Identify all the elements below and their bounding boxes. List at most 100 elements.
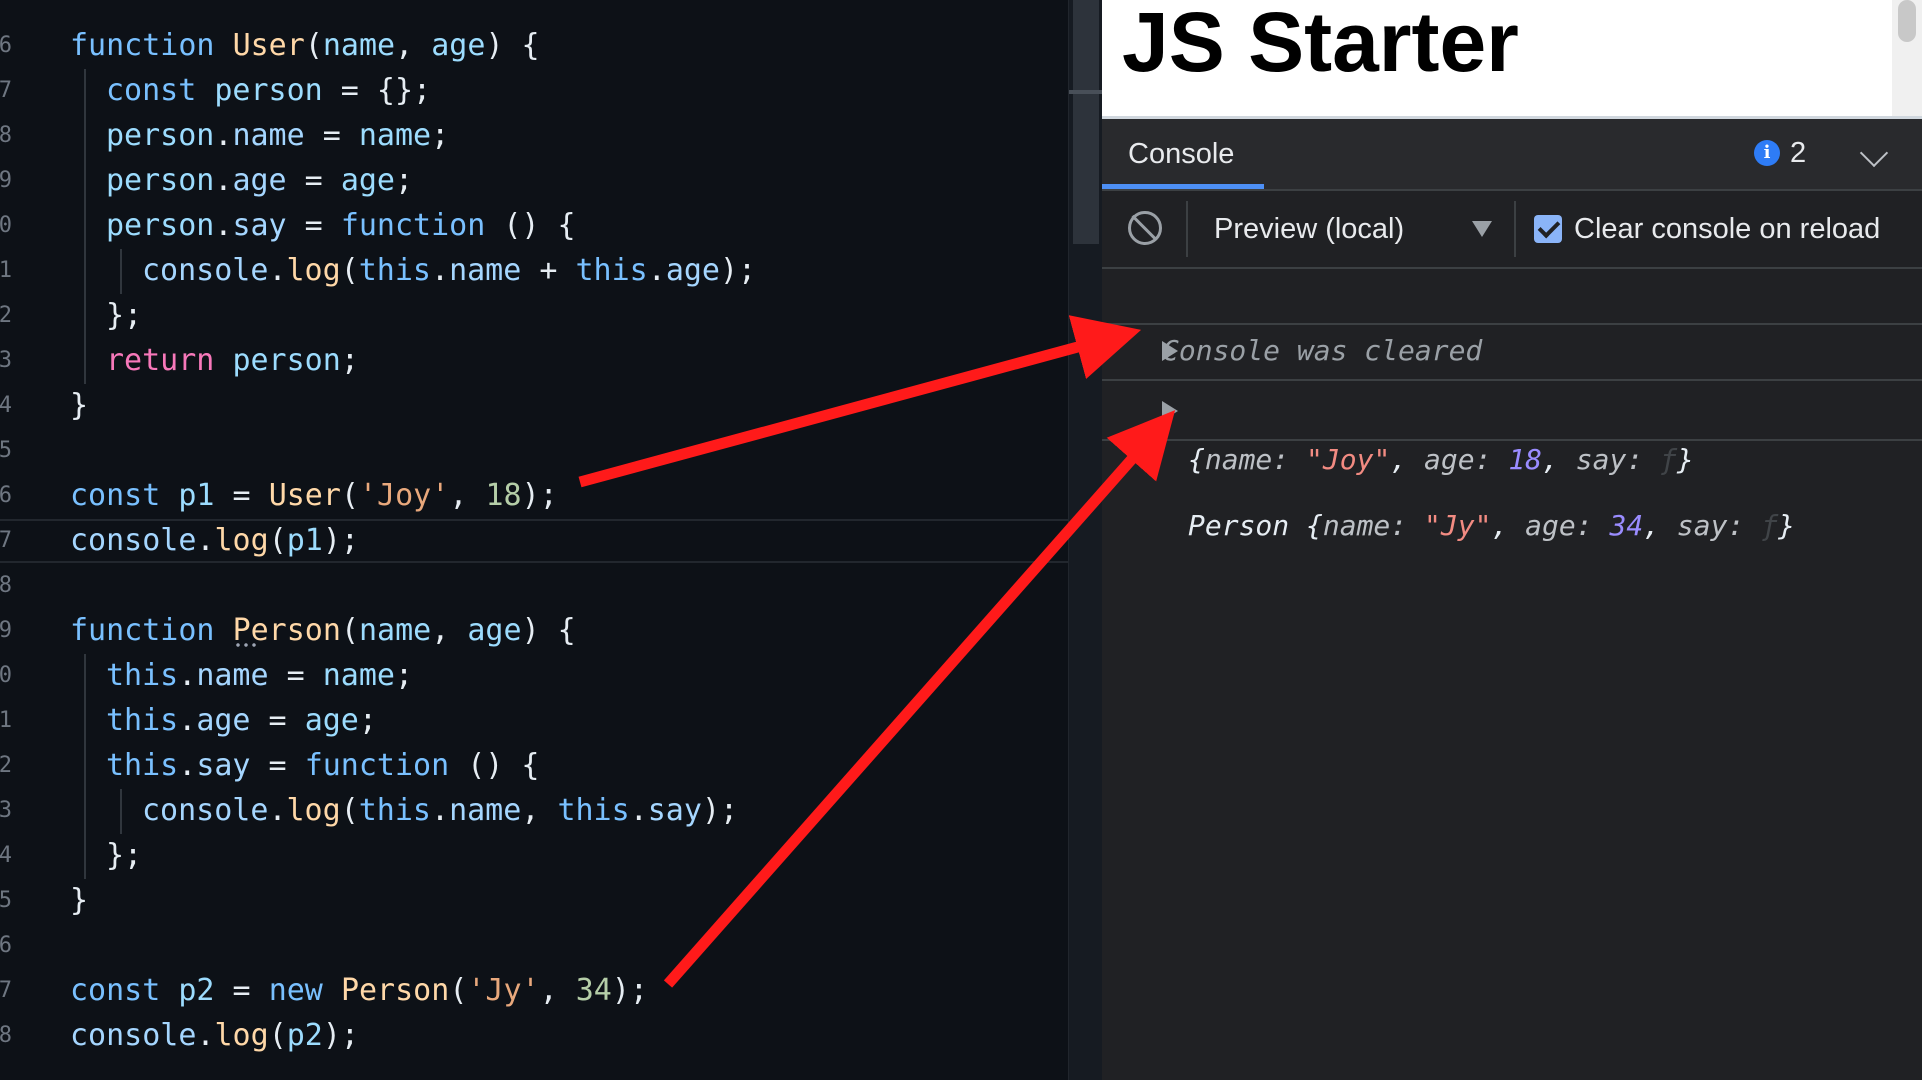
code-token: ( <box>340 793 359 828</box>
page-title: JS Starter <box>1122 0 1519 89</box>
code-token: p2 <box>286 1018 323 1053</box>
code-text: }; <box>106 294 142 338</box>
console-log-entry[interactable]: Person {name: "Jy", age: 34, say: ƒ} <box>1102 381 1922 542</box>
context-select[interactable]: Preview (local) <box>1214 209 1404 249</box>
code-token: console <box>70 523 197 558</box>
console-token: say: <box>1575 443 1661 476</box>
code-token: () { <box>503 208 576 243</box>
clear-on-reload-label[interactable]: Clear console on reload <box>1574 209 1880 249</box>
code-token: ( <box>268 1018 287 1053</box>
code-line[interactable]: 9 person.age = age; <box>0 159 1068 203</box>
console-token: , <box>1491 509 1526 542</box>
code-line[interactable]: 4}; <box>0 834 1068 878</box>
code-line[interactable]: 0 this.name = name; <box>0 654 1068 698</box>
scrollbar-marker <box>1069 90 1103 94</box>
chevron-down-icon[interactable] <box>1859 138 1889 168</box>
code-line[interactable]: 6 function User(name, age) { <box>0 24 1068 68</box>
code-line[interactable]: 1 this.age = age; <box>0 699 1068 743</box>
line-number: 0 <box>0 663 12 688</box>
preview-page: JS Starter <box>1102 0 1922 119</box>
line-number: 5 <box>0 888 12 913</box>
code-token: ; <box>395 658 414 693</box>
code-line[interactable]: 4} <box>0 384 1068 428</box>
editor-scrollbar[interactable] <box>1068 0 1103 1080</box>
indent-guide <box>84 249 86 294</box>
code-token: ); <box>521 478 558 513</box>
code-token: const <box>106 73 215 108</box>
code-token: . <box>178 703 197 738</box>
code-token: say <box>196 748 251 783</box>
code-token: . <box>629 793 648 828</box>
line-number: 9 <box>0 618 12 643</box>
console-token: say: <box>1676 509 1762 542</box>
code-text: console.log(this.name, this.say); <box>142 789 738 833</box>
code-text: this.say = function () { <box>106 744 540 788</box>
code-text: } <box>70 384 88 428</box>
clear-console-icon[interactable] <box>1128 211 1162 245</box>
indent-guide <box>84 789 86 834</box>
line-number: 1 <box>0 258 12 283</box>
page-scrollbar-thumb[interactable] <box>1898 0 1916 42</box>
code-token: ( <box>449 973 468 1008</box>
code-line[interactable]: 2}; <box>0 294 1068 338</box>
code-token: const <box>70 478 179 513</box>
console-token: age: <box>1525 509 1610 542</box>
code-token: name <box>196 658 269 693</box>
code-line[interactable]: 0 person.say = function () { <box>0 204 1068 248</box>
code-line[interactable]: 5} <box>0 879 1068 923</box>
code-token: name <box>359 613 432 648</box>
code-token: = <box>250 703 305 738</box>
code-token: . <box>196 523 215 558</box>
code-token: age <box>665 253 720 288</box>
code-line[interactable]: 7 const p2 = new Person('Jy', 34); <box>0 969 1068 1013</box>
code-token: log <box>286 793 341 828</box>
code-line[interactable]: 8 <box>0 564 1068 608</box>
code-line[interactable]: 6 const p1 = User('Joy', 18); <box>0 474 1068 518</box>
code-line[interactable]: 2 this.say = function () { <box>0 744 1068 788</box>
info-badge[interactable]: i 2 <box>1754 137 1806 169</box>
code-line[interactable]: 5 <box>0 429 1068 473</box>
line-number: 0 <box>0 213 12 238</box>
code-line[interactable]: 8 person.name = name; <box>0 114 1068 158</box>
code-line[interactable]: 9 function Person(name, age) { <box>0 609 1068 653</box>
code-token: Person <box>340 973 450 1008</box>
code-token: log <box>286 253 341 288</box>
code-text: } <box>70 879 88 923</box>
editor-scrollbar-thumb[interactable] <box>1073 0 1099 244</box>
page-scrollbar[interactable] <box>1892 0 1922 116</box>
code-text: }; <box>106 834 142 878</box>
code-token: this <box>106 748 179 783</box>
expand-triangle-icon[interactable] <box>1162 401 1178 421</box>
code-token: . <box>268 793 287 828</box>
code-line[interactable]: 3 console.log(this.name, this.say); <box>0 789 1068 833</box>
code-token: . <box>431 253 450 288</box>
code-line[interactable]: 3 return person; <box>0 339 1068 383</box>
code-token: this <box>106 703 179 738</box>
code-token: age <box>340 163 395 198</box>
console-token: "Joy" <box>1306 443 1391 476</box>
code-text: console.log(p1); <box>70 521 359 561</box>
expand-triangle-icon[interactable] <box>1162 341 1178 361</box>
code-line[interactable]: 8 console.log(p2); <box>0 1014 1068 1058</box>
code-token: . <box>196 1018 215 1053</box>
dropdown-arrow-icon[interactable] <box>1472 221 1492 237</box>
indent-guide <box>84 294 86 339</box>
line-number: 6 <box>0 933 12 958</box>
code-token: = <box>286 163 341 198</box>
code-token: log <box>214 1018 269 1053</box>
code-line[interactable]: 7 console.log(p1); <box>0 519 1068 563</box>
code-token: = <box>250 748 305 783</box>
code-line[interactable]: 1 console.log(this.name + this.age); <box>0 249 1068 293</box>
indent-guide <box>84 159 86 204</box>
line-number: 4 <box>0 393 12 418</box>
console-log-entry[interactable]: {name: "Joy", age: 18, say: ƒ} <box>1102 325 1922 476</box>
code-token: ); <box>720 253 757 288</box>
hint-squiggle <box>234 642 260 648</box>
clear-on-reload-checkbox[interactable] <box>1534 215 1562 243</box>
code-token: 34 <box>575 973 612 1008</box>
code-line[interactable]: 6 <box>0 924 1068 968</box>
code-editor[interactable]: 6 function User(name, age) {7 const person… <box>0 0 1068 1080</box>
tab-console[interactable]: Console <box>1102 119 1264 189</box>
code-line[interactable]: 7 const person = {}; <box>0 69 1068 113</box>
code-token: 18 <box>485 478 522 513</box>
